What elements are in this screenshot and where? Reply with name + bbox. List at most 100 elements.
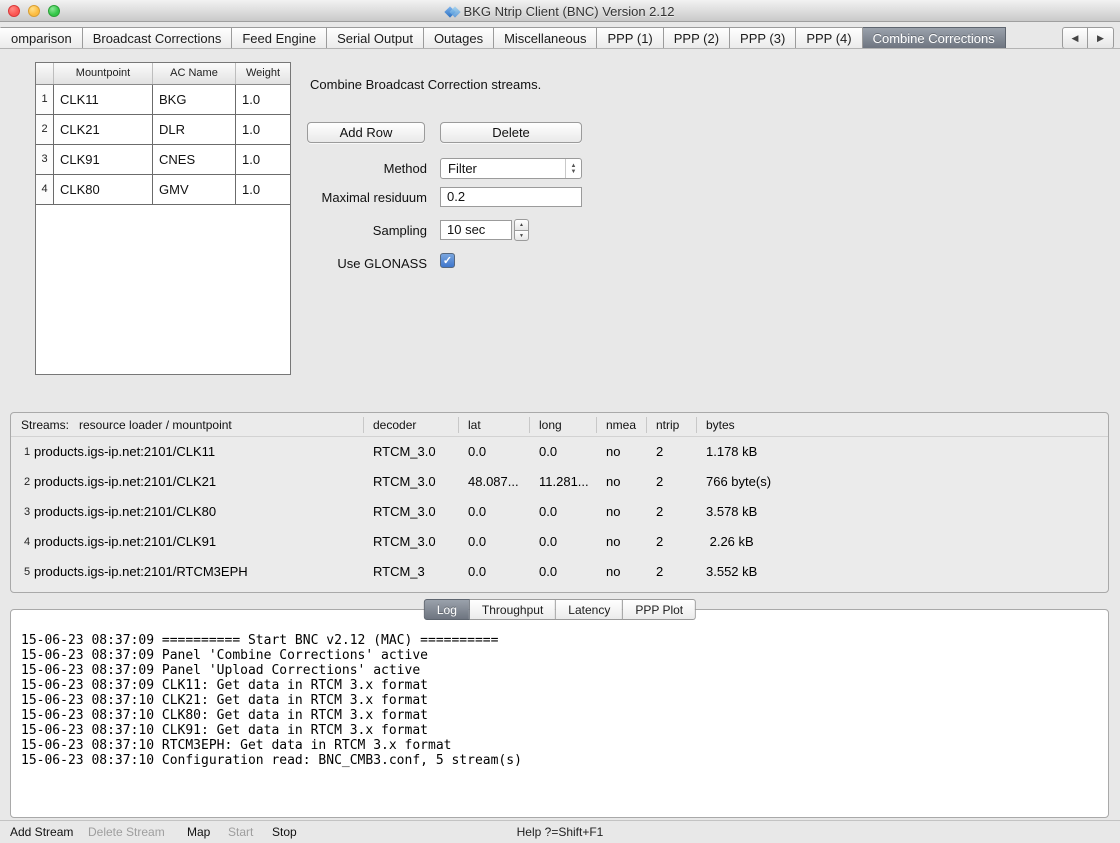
stream-long: 0.0 <box>539 504 557 519</box>
column-header-ac-name: AC Name <box>153 63 236 84</box>
cell-mountpoint[interactable]: CLK91 <box>54 145 153 175</box>
app-icon <box>446 5 459 18</box>
tab-ppp-plot[interactable]: PPP Plot <box>623 599 696 620</box>
status-bar: Add Stream Delete Stream Map Start Stop … <box>0 820 1120 843</box>
row-header[interactable]: 1 <box>36 85 54 115</box>
map-action[interactable]: Map <box>187 825 210 839</box>
log-line: 15-06-23 08:37:09 CLK11: Get data in RTC… <box>21 678 1100 693</box>
cell-ac-name[interactable]: DLR <box>153 115 236 145</box>
combo-arrows-icon: ▲ ▼ <box>565 159 581 178</box>
cell-ac-name[interactable]: GMV <box>153 175 236 205</box>
add-row-button[interactable]: Add Row <box>307 122 425 143</box>
tab-scroll-left-icon[interactable]: ◀ <box>1062 27 1088 49</box>
streams-header-name: Streams: resource loader / mountpoint <box>21 418 232 432</box>
spin-down-icon[interactable]: ▼ <box>514 230 529 241</box>
cell-ac-name[interactable]: BKG <box>153 85 236 115</box>
tab-miscellaneous[interactable]: Miscellaneous <box>494 27 597 49</box>
sampling-input[interactable]: 10 sec <box>440 220 512 240</box>
method-selected-value: Filter <box>448 161 477 176</box>
row-header[interactable]: 3 <box>36 145 54 175</box>
stream-row[interactable]: 4 products.igs-ip.net:2101/CLK91 RTCM_3.… <box>11 527 1108 557</box>
maximal-residuum-input[interactable]: 0.2 <box>440 187 582 207</box>
panel-description: Combine Broadcast Correction streams. <box>310 77 541 92</box>
streams-header-nmea: nmea <box>606 418 636 432</box>
streams-panel: Streams: resource loader / mountpoint de… <box>10 412 1109 593</box>
stream-lat: 48.087... <box>468 474 519 489</box>
tab-outages[interactable]: Outages <box>424 27 494 49</box>
stream-long: 0.0 <box>539 534 557 549</box>
stream-decoder: RTCM_3.0 <box>373 444 436 459</box>
tab-latency[interactable]: Latency <box>556 599 623 620</box>
row-number: 4 <box>19 536 35 548</box>
stream-row[interactable]: 1 products.igs-ip.net:2101/CLK11 RTCM_3.… <box>11 437 1108 467</box>
tab-broadcast-corrections[interactable]: Broadcast Corrections <box>83 27 233 49</box>
add-stream-action[interactable]: Add Stream <box>10 825 73 839</box>
stream-mountpoint: products.igs-ip.net:2101/CLK21 <box>34 474 216 489</box>
stream-bytes: 3.552 kB <box>706 564 757 579</box>
use-glonass-label: Use GLONASS <box>295 256 427 271</box>
log-view[interactable]: 15-06-23 08:37:09 ========== Start BNC v… <box>21 633 1100 811</box>
stream-mountpoint: products.igs-ip.net:2101/CLK91 <box>34 534 216 549</box>
stream-bytes: 1.178 kB <box>706 444 757 459</box>
stream-long: 11.281... <box>539 474 589 489</box>
cell-weight[interactable]: 1.0 <box>236 85 290 115</box>
delete-button[interactable]: Delete <box>440 122 582 143</box>
cell-mountpoint[interactable]: CLK21 <box>54 115 153 145</box>
corner-header <box>36 63 54 84</box>
cell-ac-name[interactable]: CNES <box>153 145 236 175</box>
tab-pane-border <box>0 48 1120 49</box>
tab-throughput[interactable]: Throughput <box>470 599 556 620</box>
method-select[interactable]: Filter ▲ ▼ <box>440 158 582 179</box>
tab-comparison[interactable]: omparison <box>0 27 83 49</box>
row-number: 5 <box>19 566 35 578</box>
stream-nmea: no <box>606 504 620 519</box>
stream-row[interactable]: 2 products.igs-ip.net:2101/CLK21 RTCM_3.… <box>11 467 1108 497</box>
tab-feed-engine[interactable]: Feed Engine <box>232 27 327 49</box>
stream-decoder: RTCM_3.0 <box>373 504 436 519</box>
tab-ppp-4[interactable]: PPP (4) <box>796 27 862 49</box>
table-row: 2 CLK21 DLR 1.0 <box>36 115 290 145</box>
sampling-stepper: ▲ ▼ <box>514 219 529 242</box>
cell-weight[interactable]: 1.0 <box>236 115 290 145</box>
tab-scroll-right-icon[interactable]: ▶ <box>1088 27 1114 49</box>
column-header-mountpoint: Mountpoint <box>54 63 153 84</box>
tab-combine-corrections[interactable]: Combine Corrections <box>863 27 1006 49</box>
streams-header-bytes: bytes <box>706 418 735 432</box>
stream-bytes: 3.578 kB <box>706 504 757 519</box>
start-action[interactable]: Start <box>228 825 253 839</box>
table-row: 1 CLK11 BKG 1.0 <box>36 85 290 115</box>
stream-row[interactable]: 3 products.igs-ip.net:2101/CLK80 RTCM_3.… <box>11 497 1108 527</box>
delete-stream-action[interactable]: Delete Stream <box>88 825 165 839</box>
tab-ppp-1[interactable]: PPP (1) <box>597 27 663 49</box>
cell-mountpoint[interactable]: CLK80 <box>54 175 153 205</box>
cell-weight[interactable]: 1.0 <box>236 175 290 205</box>
stream-nmea: no <box>606 444 620 459</box>
cell-weight[interactable]: 1.0 <box>236 145 290 175</box>
tab-log[interactable]: Log <box>424 599 470 620</box>
tab-ppp-2[interactable]: PPP (2) <box>664 27 730 49</box>
stream-row[interactable]: 5 products.igs-ip.net:2101/RTCM3EPH RTCM… <box>11 557 1108 587</box>
stream-nmea: no <box>606 564 620 579</box>
cell-mountpoint[interactable]: CLK11 <box>54 85 153 115</box>
row-number: 3 <box>19 506 35 518</box>
row-header[interactable]: 4 <box>36 175 54 205</box>
stream-decoder: RTCM_3.0 <box>373 474 436 489</box>
stop-action[interactable]: Stop <box>272 825 297 839</box>
stream-mountpoint: products.igs-ip.net:2101/RTCM3EPH <box>34 564 248 579</box>
use-glonass-checkbox[interactable]: ✓ <box>440 253 455 268</box>
stream-decoder: RTCM_3.0 <box>373 534 436 549</box>
spin-up-icon[interactable]: ▲ <box>514 219 529 230</box>
stream-nmea: no <box>606 534 620 549</box>
streams-header-decoder: decoder <box>373 418 416 432</box>
streams-header-ntrip: ntrip <box>656 418 679 432</box>
stream-lat: 0.0 <box>468 444 486 459</box>
row-number: 1 <box>19 446 35 458</box>
tab-serial-output[interactable]: Serial Output <box>327 27 424 49</box>
stream-lat: 0.0 <box>468 564 486 579</box>
stream-mountpoint: products.igs-ip.net:2101/CLK11 <box>34 444 215 459</box>
streams-header: Streams: resource loader / mountpoint de… <box>11 413 1108 437</box>
window-title: BKG Ntrip Client (BNC) Version 2.12 <box>464 4 675 19</box>
log-line: 15-06-23 08:37:10 CLK80: Get data in RTC… <box>21 708 1100 723</box>
row-header[interactable]: 2 <box>36 115 54 145</box>
tab-ppp-3[interactable]: PPP (3) <box>730 27 796 49</box>
